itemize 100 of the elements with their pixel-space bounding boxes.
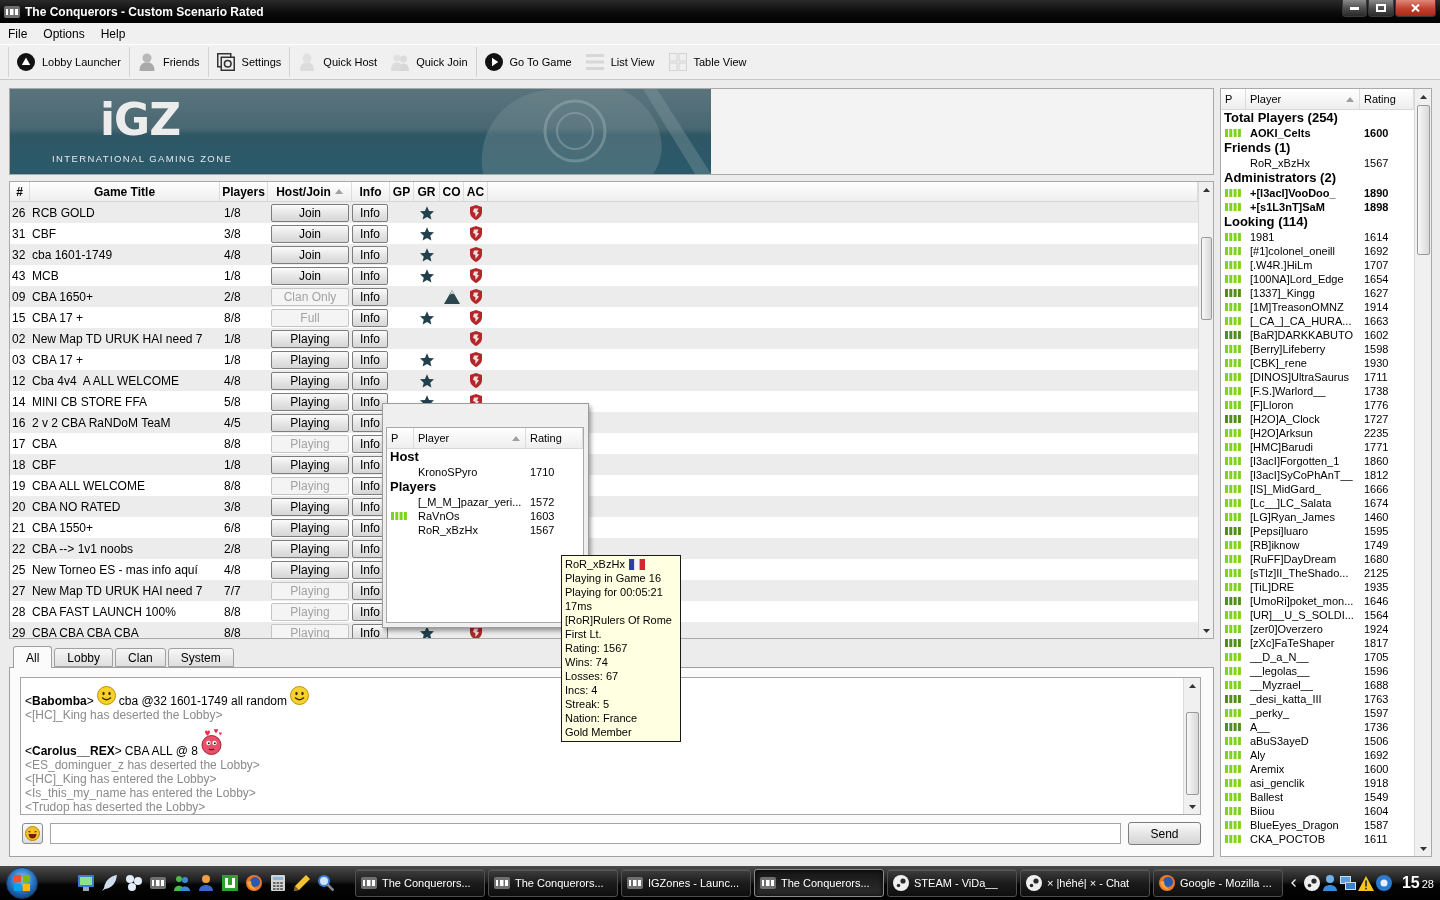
system-message: <[HC]_King has entered the Lobby> [25, 772, 217, 786]
player-rating: 1898 [1364, 200, 1389, 214]
game-number: 27 [12, 583, 26, 598]
player-rating: 1460 [1364, 510, 1389, 524]
player-count: 4/5 [224, 415, 241, 430]
game-title: CBA CBA CBA CBA [32, 625, 139, 638]
system-message: <[HC]_King has deserted the Lobby> [25, 708, 223, 722]
player-count: 3/8 [224, 226, 241, 241]
player-count: 8/8 [224, 604, 241, 619]
player-count: 4/8 [224, 562, 241, 577]
game-title: RCB GOLD [32, 205, 95, 220]
game-number: 12 [12, 373, 26, 388]
game-number: 43 [12, 268, 26, 283]
game-title: CBA 1550+ [32, 520, 94, 535]
group-heading: Total Players (254) [1224, 110, 1338, 126]
player-rating: 1567 [530, 523, 555, 537]
player-rating: 1567 [1364, 156, 1389, 170]
game-number: 29 [12, 625, 26, 638]
game-title: CBA 1650+ [32, 289, 94, 304]
logo: iGZ [100, 97, 181, 143]
system-message: <Is_this_my_name has entered the Lobby> [25, 786, 256, 800]
player-rating: 1587 [1364, 818, 1389, 832]
player-rating: 2235 [1364, 426, 1389, 440]
game-number: 19 [12, 478, 26, 493]
tooltip-line: [RoR]Rulers Of Rome [565, 613, 672, 627]
player-count: 8/8 [224, 625, 241, 638]
player-rating: 1627 [1364, 286, 1389, 300]
game-title: New Torneo ES - mas info aquí [32, 562, 198, 577]
player-rating: 1763 [1364, 692, 1389, 706]
game-title: CBF [32, 226, 56, 241]
player-rating: 1817 [1364, 636, 1389, 650]
group-heading: Players [390, 479, 437, 495]
player-count: 3/8 [224, 499, 241, 514]
player-rating: 1727 [1364, 412, 1389, 426]
game-title: CBA FAST LAUNCH 100% [32, 604, 176, 619]
game-number: 09 [12, 289, 26, 304]
game-number: 15 [12, 310, 26, 325]
chat-sender: <Babomba> [25, 694, 94, 708]
game-number: 20 [12, 499, 26, 514]
game-number: 25 [12, 562, 26, 577]
player-rating: 1692 [1364, 748, 1389, 762]
game-title: 2 v 2 CBA RaNDoM TeaM [32, 415, 171, 430]
game-number: 14 [12, 394, 26, 409]
player-rating: 1597 [1364, 706, 1389, 720]
game-title: CBA --> 1v1 noobs [32, 541, 134, 556]
tooltip-line: Playing for 00:05:21 [565, 585, 663, 599]
player-rating: 1812 [1364, 468, 1389, 482]
player-rating: 1666 [1364, 482, 1389, 496]
tooltip-line: Rating: 1567 [565, 641, 628, 655]
group-heading: Administrators (2) [1224, 170, 1336, 186]
player-rating: 1564 [1364, 608, 1389, 622]
tooltip-line: Streak: 5 [565, 697, 610, 711]
game-title: MCB [32, 268, 59, 283]
player-rating: 1924 [1364, 622, 1389, 636]
game-title: cba 1601-1749 [32, 247, 113, 262]
player-rating: 1674 [1364, 496, 1389, 510]
player-rating: 1711 [1364, 370, 1388, 384]
player-count: 1/8 [224, 205, 241, 220]
player-rating: 1614 [1364, 230, 1389, 244]
game-number: 31 [12, 226, 26, 241]
player-rating: 2125 [1364, 566, 1389, 580]
chat-message-text: CBA ALL @ 8 [124, 744, 198, 758]
player-rating: 1736 [1364, 720, 1389, 734]
player-rating: 1646 [1364, 594, 1389, 608]
player-rating: 1688 [1364, 678, 1389, 692]
chat-message-text: cba @32 1601-1749 all random [118, 694, 287, 708]
tooltip-line: Losses: 67 [565, 669, 619, 683]
player-count: 8/8 [224, 436, 241, 451]
tooltip-line: First Lt. [565, 627, 602, 641]
player-rating: 1935 [1364, 580, 1389, 594]
player-rating: 1930 [1364, 356, 1389, 370]
tooltip-name: RoR_xBzHx [565, 557, 625, 571]
tooltip-line: Nation: France [565, 711, 638, 725]
game-title: CBA 17 + [32, 352, 84, 367]
chat-sender: <Carolus__REX> [25, 744, 122, 758]
player-rating: 1654 [1364, 272, 1389, 286]
player-rating: 1604 [1364, 804, 1389, 818]
game-title: Cba 4v4 A ALL WELCOME [32, 373, 179, 388]
game-title: New Map TD URUK HAI need 7 [32, 331, 203, 346]
group-heading: Looking (114) [1224, 214, 1308, 230]
window-title: The Conquerors - Custom Scenario Rated [25, 4, 264, 19]
tagline: INTERNATIONAL GAMING ZONE [52, 153, 233, 164]
player-count: 4/8 [224, 373, 241, 388]
player-count: 6/8 [224, 520, 241, 535]
player-rating: 1890 [1364, 186, 1389, 200]
game-number: 17 [12, 436, 26, 451]
game-number: 22 [12, 541, 26, 556]
game-number: 03 [12, 352, 26, 367]
game-title: CBA NO RATED [32, 499, 121, 514]
player-count: 8/8 [224, 310, 241, 325]
player-count: 1/8 [224, 457, 241, 472]
player-rating: 1705 [1364, 650, 1389, 664]
player-rating: 1914 [1364, 300, 1389, 314]
player-rating: 1598 [1364, 342, 1389, 356]
player-rating: 1611 [1364, 832, 1388, 846]
tooltip-line: Wins: 74 [565, 655, 608, 669]
game-number: 21 [12, 520, 26, 535]
player-rating: 1572 [530, 495, 555, 509]
player-rating: 1602 [1364, 328, 1389, 342]
game-title: CBA 17 + [32, 310, 84, 325]
